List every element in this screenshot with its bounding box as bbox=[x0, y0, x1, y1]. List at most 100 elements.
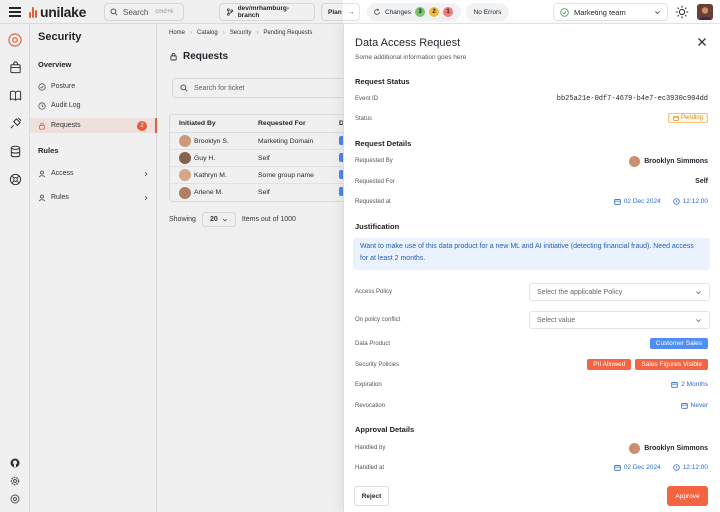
requested-at-value: 02 Dec 2024 12:12:00 bbox=[614, 198, 708, 205]
requested-for-label: Requested For bbox=[355, 179, 395, 185]
breadcrumb-separator: › bbox=[222, 30, 225, 36]
refresh-icon bbox=[374, 8, 380, 15]
rail-marketplace[interactable] bbox=[7, 59, 23, 75]
breadcrumb-home[interactable]: Home bbox=[169, 30, 185, 36]
logo[interactable]: unilake bbox=[29, 4, 86, 20]
handled-time: 12:12:00 bbox=[673, 464, 708, 471]
sidebar-item-posture[interactable]: Posture bbox=[30, 79, 157, 94]
sidebar-title: Security bbox=[38, 31, 82, 43]
handled-date-text: 02 Dec 2024 bbox=[623, 464, 661, 471]
global-search[interactable]: Search cmd+k bbox=[104, 3, 184, 21]
user-avatar-image bbox=[697, 4, 713, 20]
access-policy-select[interactable]: Select the applicable Policy bbox=[529, 283, 710, 301]
sidebar-group-rules[interactable]: Rules bbox=[30, 190, 157, 205]
calendar-icon bbox=[673, 115, 679, 121]
shopping-bag-icon bbox=[9, 60, 21, 73]
expiration-chip: 2 Months bbox=[671, 381, 708, 388]
status-value: Pending bbox=[667, 113, 708, 123]
errors-indicator[interactable]: No Errors bbox=[466, 3, 509, 21]
policy-conflict-select[interactable]: Select value bbox=[529, 311, 710, 329]
event-id-value: bb25a21e-0df7-4679-b4e7-ec3930c904dd bbox=[556, 95, 708, 103]
rail-database[interactable] bbox=[7, 143, 23, 159]
branch-icon bbox=[227, 8, 234, 16]
drawer-title: Data Access Request bbox=[355, 37, 461, 49]
requested-for-cell: Self bbox=[258, 154, 270, 162]
arrow-right-icon: → bbox=[347, 8, 355, 16]
justification-heading: Justification bbox=[355, 222, 400, 231]
initiator-name: Arlene M. bbox=[194, 189, 224, 196]
rail-security[interactable] bbox=[7, 32, 23, 48]
request-detail-drawer: Data Access Request Some additional info… bbox=[343, 24, 720, 512]
database-icon bbox=[10, 145, 20, 157]
main-content: Home › Catalog › Security › Pending Request… bbox=[157, 24, 343, 512]
security-policy-tag[interactable]: Sales Figures Visible bbox=[635, 359, 708, 370]
sidebar-item-audit-log[interactable]: Audit Log bbox=[30, 98, 157, 113]
breadcrumb-separator: › bbox=[190, 30, 193, 36]
handled-at-value: 02 Dec 2024 12:12:00 bbox=[614, 464, 708, 471]
sidebar-item-requests[interactable]: Requests 2 bbox=[30, 118, 157, 133]
chevron-down-icon bbox=[696, 318, 701, 322]
column-requested-for[interactable]: Requested For bbox=[249, 120, 330, 127]
page-title: Requests bbox=[169, 51, 228, 62]
breadcrumb-catalog[interactable]: Catalog bbox=[197, 30, 218, 36]
initiator-name: Kathryn M. bbox=[194, 171, 227, 179]
ticket-search-input[interactable]: Search for ticket bbox=[172, 78, 343, 98]
chevron-down-icon bbox=[655, 10, 660, 14]
requested-date: 02 Dec 2024 bbox=[614, 198, 661, 205]
column-data[interactable]: D bbox=[330, 120, 343, 127]
request-status-heading: Request Status bbox=[355, 77, 410, 86]
revocation-text: Never bbox=[690, 402, 708, 409]
breadcrumb-security[interactable]: Security bbox=[230, 30, 252, 36]
plan-button[interactable]: Plan → bbox=[321, 3, 360, 21]
user-icon bbox=[38, 170, 46, 177]
data-product-tag[interactable]: Customer Sales bbox=[649, 338, 708, 349]
global-search-label: Search bbox=[123, 7, 149, 17]
clock-icon bbox=[38, 101, 46, 110]
book-icon bbox=[9, 90, 21, 101]
github-icon bbox=[10, 458, 20, 468]
requested-by-value: Brooklyn Simmons bbox=[629, 156, 708, 167]
initiator-name: Guy H. bbox=[194, 154, 216, 162]
calendar-icon bbox=[614, 464, 621, 471]
lock-icon bbox=[170, 53, 177, 61]
data-product-label: Data Product bbox=[355, 341, 391, 347]
requested-by-label: Requested By bbox=[355, 158, 393, 164]
requested-for-cell: Marketing Domain bbox=[258, 137, 314, 145]
page-size-select[interactable]: 20 bbox=[201, 212, 236, 227]
team-selector[interactable]: Marketing team bbox=[553, 3, 668, 21]
changes-indicator[interactable]: Changes 3 2 1 bbox=[367, 3, 461, 21]
column-initiated-by[interactable]: Initiated By bbox=[170, 120, 249, 127]
theme-toggle-icon[interactable] bbox=[675, 5, 689, 19]
items-count-label: Items out of 1000 bbox=[241, 216, 296, 223]
security-policy-tag[interactable]: PII Allowed bbox=[587, 359, 632, 370]
handled-by-value: Brooklyn Simmons bbox=[629, 443, 708, 454]
user-avatar[interactable] bbox=[697, 4, 713, 20]
rail-network[interactable] bbox=[7, 171, 23, 187]
table-row[interactable]: Guy H. Self bbox=[170, 150, 343, 167]
menu-icon[interactable] bbox=[9, 7, 21, 17]
reject-button[interactable]: Reject bbox=[354, 486, 389, 506]
rail-integrations[interactable] bbox=[7, 115, 23, 131]
handled-at-label: Handled at bbox=[355, 465, 385, 471]
rail-catalog[interactable] bbox=[7, 87, 23, 103]
sidebar-item-label: Rules bbox=[51, 194, 69, 201]
table-row[interactable]: Arlene M. Self bbox=[170, 184, 343, 201]
handled-by-label: Handled by bbox=[355, 445, 386, 451]
branch-selector[interactable]: dev/mrhamburg-branch bbox=[219, 3, 315, 21]
overview-heading: Overview bbox=[38, 60, 72, 69]
shield-icon bbox=[38, 82, 46, 91]
close-icon[interactable] bbox=[697, 37, 707, 47]
table-row[interactable]: Brooklyn S. Marketing Domain bbox=[170, 133, 343, 150]
approve-button[interactable]: Approve bbox=[667, 486, 708, 506]
sidebar-item-label: Posture bbox=[51, 83, 76, 90]
sidebar-group-access[interactable]: Access bbox=[30, 166, 157, 181]
rail-github[interactable] bbox=[7, 455, 23, 471]
rail-help[interactable] bbox=[7, 491, 23, 507]
requested-for-cell: Some group name bbox=[258, 171, 314, 179]
revocation-value: Never bbox=[680, 402, 708, 409]
requested-date-text: 02 Dec 2024 bbox=[623, 198, 661, 205]
rail-settings[interactable] bbox=[7, 473, 23, 489]
changes-count-removed: 1 bbox=[443, 7, 454, 17]
breadcrumb-pending-requests[interactable]: Pending Requests bbox=[263, 30, 312, 36]
table-row[interactable]: Kathryn M. Some group name bbox=[170, 167, 343, 184]
